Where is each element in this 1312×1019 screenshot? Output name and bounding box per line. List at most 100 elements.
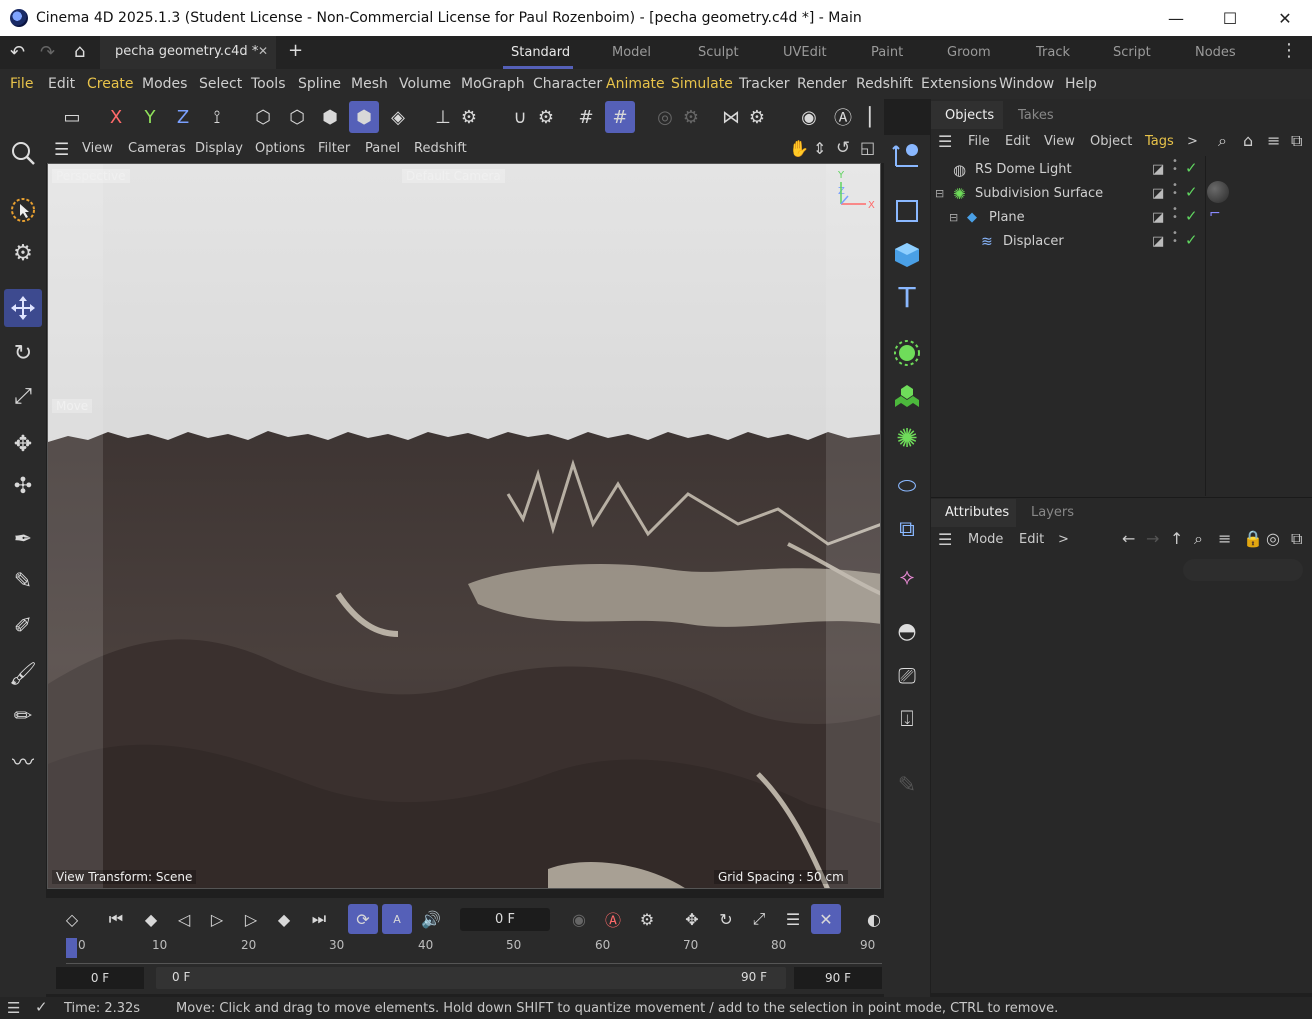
spline-sketch-icon[interactable]: ✐ [4, 607, 42, 645]
snap-settings-icon[interactable]: ⚙ [531, 101, 561, 133]
prev-key-icon[interactable]: ◆ [136, 904, 166, 934]
lock-icon[interactable]: 🔒 [1243, 529, 1263, 548]
coordinate-system-icon[interactable]: ⟟ [202, 101, 232, 133]
menu-create[interactable]: Create [87, 69, 134, 99]
lock-x-button[interactable]: X [101, 101, 131, 133]
key-scale-icon[interactable]: ⤢ [744, 904, 774, 934]
visibility-dots-icon[interactable]: • • [1172, 157, 1178, 175]
expand-toggle-icon[interactable]: ⊟ [949, 206, 958, 230]
polygons-mode-icon[interactable]: ⬢ [315, 101, 345, 133]
brush-icon[interactable]: 🖌 [4, 655, 42, 693]
pan-view-icon[interactable]: ✋ [789, 139, 809, 158]
viewport[interactable]: Perspective Default Camera Move Y Z X Vi… [47, 163, 881, 889]
tab-takes[interactable]: Takes [1018, 108, 1054, 123]
objects-menu-tags[interactable]: Tags [1145, 134, 1174, 149]
workspace-paint[interactable]: Paint [871, 36, 903, 69]
objects-menu-view[interactable]: View [1044, 134, 1075, 149]
attributes-menu-mode[interactable]: Mode [968, 532, 1003, 547]
menu-character[interactable]: Character [533, 69, 602, 99]
viewport-menu-options[interactable]: Options [255, 135, 305, 163]
menu-help[interactable]: Help [1065, 69, 1097, 99]
end-frame-field[interactable]: 90 F [794, 967, 882, 989]
workspace-model[interactable]: Model [612, 36, 651, 69]
move-tool-icon[interactable] [4, 289, 42, 327]
spline-rectangle-icon[interactable] [888, 192, 926, 230]
pen-tool-icon[interactable]: ✒ [4, 520, 42, 558]
back-arrow-icon[interactable]: ← [1122, 529, 1135, 548]
workspace-groom[interactable]: Groom [947, 36, 991, 69]
workspace-uvedit[interactable]: UVEdit [783, 36, 827, 69]
objects-menu-edit[interactable]: Edit [1005, 134, 1030, 149]
document-tab-close-icon[interactable]: ✕ [258, 44, 268, 58]
objects-menu-file[interactable]: File [968, 134, 990, 149]
more-options-icon[interactable]: ⋮ [1280, 40, 1298, 61]
phong-tag-icon[interactable]: ⌐ [1209, 206, 1221, 222]
attributes-menu-edit[interactable]: Edit [1019, 532, 1044, 547]
edit-toggle-icon[interactable]: ◪ [1152, 210, 1164, 225]
transform-multi-icon[interactable]: ✣ [4, 467, 42, 505]
null-object-icon[interactable] [888, 136, 926, 174]
start-frame-field[interactable]: 0 F [56, 967, 144, 989]
viewport-menu-view[interactable]: View [82, 135, 113, 163]
viewport-menu-panel[interactable]: Panel [365, 135, 400, 163]
play-icon[interactable]: ▷ [202, 904, 232, 934]
timeline-ruler[interactable] [66, 938, 882, 964]
deformer-icon[interactable]: ⬭ [888, 467, 926, 505]
field-icon[interactable]: ⧉ [888, 510, 926, 548]
points-mode-icon[interactable]: ⬡ [248, 101, 278, 133]
workspace-track[interactable]: Track [1036, 36, 1070, 69]
key-param-icon[interactable]: ☰ [778, 904, 808, 934]
forward-arrow-icon[interactable]: → [1146, 529, 1159, 548]
edges-mode-icon[interactable]: ⬡ [282, 101, 312, 133]
tree-row-rs-dome-light[interactable]: ◍ RS Dome Light [935, 158, 1205, 182]
status-hamburger-icon[interactable]: ☰ [7, 999, 20, 1017]
transform-tool-icon[interactable]: ✥ [4, 425, 42, 463]
menu-modes[interactable]: Modes [142, 69, 187, 99]
playhead[interactable] [66, 938, 77, 958]
current-frame-field[interactable]: 0 F [460, 908, 550, 931]
rotate-tool-icon[interactable]: ↻ [4, 334, 42, 372]
tree-row-displacer[interactable]: ≋ Displacer [935, 230, 1205, 254]
timeline-overflow-icon[interactable]: ◐ [864, 904, 884, 934]
attributes-filter-icon[interactable]: ≡ [1218, 529, 1231, 548]
redo-icon[interactable]: ↷ [40, 42, 55, 63]
menu-volume[interactable]: Volume [399, 69, 451, 99]
objects-home-icon[interactable]: ⌂ [1243, 131, 1253, 150]
key-settings-icon[interactable]: ⚙ [632, 904, 662, 934]
menu-redshift[interactable]: Redshift [856, 69, 913, 99]
attributes-search-icon[interactable]: ⌕ [1194, 529, 1203, 549]
record-icon[interactable]: ◉ [564, 904, 594, 934]
lock-z-button[interactable]: Z [168, 101, 198, 133]
menu-mesh[interactable]: Mesh [351, 69, 388, 99]
menu-tools[interactable]: Tools [251, 69, 286, 99]
spline-pen-icon[interactable]: ✎ [4, 562, 42, 600]
key-position-icon[interactable]: ✥ [677, 904, 707, 934]
subdivision-generator-icon[interactable] [888, 334, 926, 372]
live-selection-icon[interactable] [4, 191, 42, 229]
tab-layers[interactable]: Layers [1031, 505, 1074, 520]
minimize-button[interactable]: — [1148, 0, 1204, 36]
workplane-icon[interactable]: # [571, 101, 601, 133]
objects-filter-icon[interactable]: ≡ [1267, 131, 1280, 150]
attributes-hamburger-icon[interactable]: ☰ [938, 530, 952, 549]
menu-spline[interactable]: Spline [298, 69, 341, 99]
lock-y-button[interactable]: Y [135, 101, 165, 133]
next-frame-icon[interactable]: ▷ [236, 904, 266, 934]
loop-icon[interactable]: ⟳ [348, 904, 378, 934]
viewport-menu-redshift[interactable]: Redshift [414, 135, 467, 163]
uv-mode-icon[interactable]: ◈ [383, 101, 413, 133]
key-pla-icon[interactable]: ✕ [811, 904, 841, 934]
objects-menu-object[interactable]: Object [1090, 134, 1132, 149]
playback-rate-icon[interactable]: A [382, 904, 412, 934]
home-icon[interactable]: ⌂ [74, 41, 85, 62]
viewport-solo-icon[interactable]: ◉ [794, 101, 824, 133]
range-slider[interactable] [156, 967, 786, 989]
tab-attributes[interactable]: Attributes [945, 505, 1009, 520]
close-button[interactable]: ✕ [1257, 0, 1312, 36]
menu-edit[interactable]: Edit [48, 69, 75, 99]
visibility-dots-icon[interactable]: • • [1172, 205, 1178, 223]
menu-file[interactable]: File [10, 69, 33, 99]
target-icon[interactable]: ◎ [1266, 529, 1280, 548]
model-mode-icon[interactable]: ▭ [57, 101, 87, 133]
maximize-view-icon[interactable]: ◱ [860, 138, 875, 157]
